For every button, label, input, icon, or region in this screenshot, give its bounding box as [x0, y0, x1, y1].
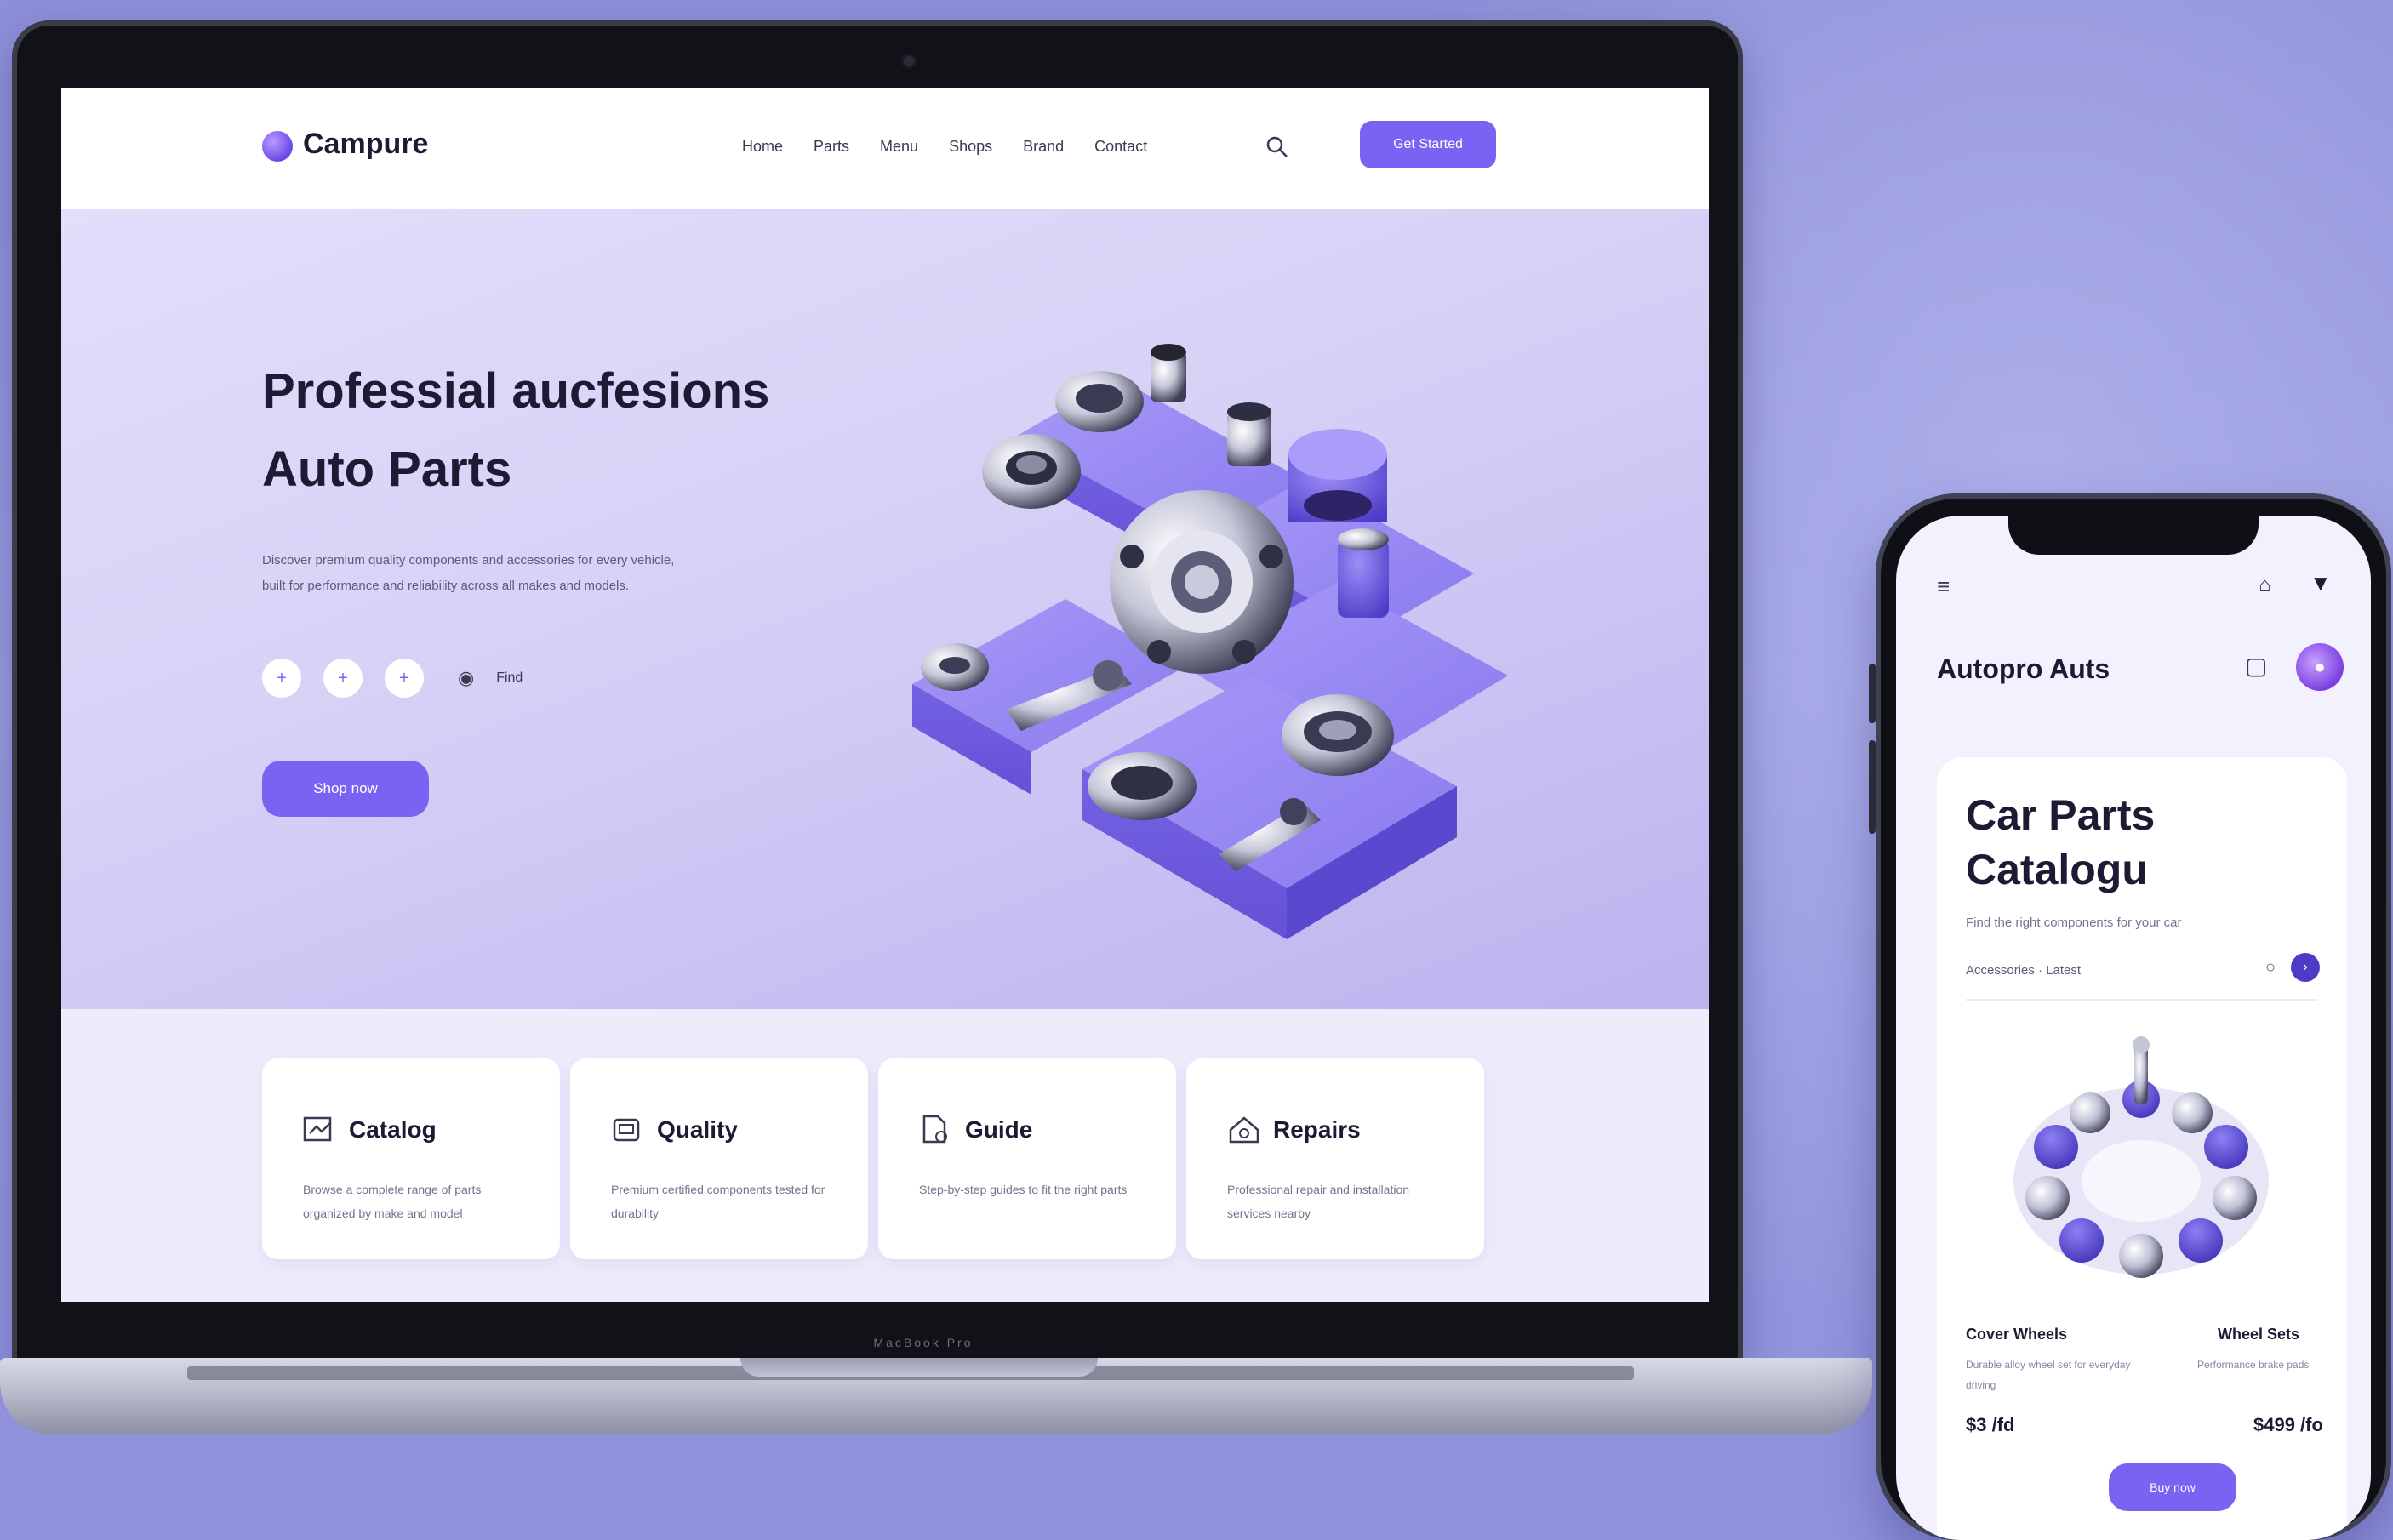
laptop-screen: Campure Home Parts Menu Shops Brand Cont…	[61, 88, 1709, 1302]
feature-title: Quality	[657, 1116, 738, 1143]
phone-screen: ≡ ⌂ ▼ Autopro Auts ▢ ● Car Parts Catalog…	[1896, 516, 2371, 1540]
logo-icon[interactable]	[262, 131, 293, 162]
hero-dot-2[interactable]: +	[323, 659, 363, 698]
engine-icon	[611, 1115, 645, 1145]
hero-dot-3[interactable]: +	[385, 659, 424, 698]
feature-title: Catalog	[349, 1116, 437, 1143]
feature-head: Guide	[919, 1115, 1032, 1145]
product-price-right: $499 /fo	[2253, 1414, 2323, 1435]
location-label[interactable]: Find	[496, 670, 523, 686]
nav-item-home[interactable]: Home	[742, 138, 783, 156]
feature-desc: Premium certified components tested for …	[611, 1183, 825, 1220]
product-image	[2013, 1036, 2269, 1278]
catalog-card: Car Parts Catalogu Find the right compon…	[1937, 757, 2347, 1540]
feature-title: Repairs	[1273, 1116, 1361, 1143]
phone-volume-button	[1869, 740, 1876, 834]
nav-item-contact[interactable]: Contact	[1094, 138, 1147, 156]
main-nav: Home Parts Menu Shops Brand Contact	[742, 138, 1147, 156]
feature-head: Repairs	[1227, 1115, 1361, 1145]
avatar[interactable]: ●	[2296, 643, 2344, 691]
feature-desc: Professional repair and installation ser…	[1227, 1183, 1410, 1220]
site-header: Campure Home Parts Menu Shops Brand Cont…	[61, 88, 1709, 209]
product-desc-right: Performance brake pads	[2197, 1359, 2310, 1371]
nav-item-shops[interactable]: Shops	[949, 138, 992, 156]
nav-item-brand[interactable]: Brand	[1023, 138, 1064, 156]
shop-now-button[interactable]: Shop now	[262, 761, 429, 817]
laptop-camera	[904, 56, 914, 66]
phone-notch	[2008, 516, 2259, 555]
hero-dot-1[interactable]: +	[262, 659, 301, 698]
laptop-brand-label: MacBook Pro	[873, 1336, 974, 1349]
nav-item-parts[interactable]: Parts	[814, 138, 849, 156]
feature-card-catalog[interactable]: Catalog Browse a complete range of parts…	[262, 1058, 560, 1259]
bag-icon[interactable]: ▢	[2245, 652, 2267, 680]
feature-head: Quality	[611, 1115, 738, 1145]
hero-title-line1: Professial aucfesions	[262, 363, 770, 419]
feature-head: Catalog	[303, 1115, 437, 1145]
feature-card-guide[interactable]: Guide Step-by-step guides to fit the rig…	[878, 1058, 1176, 1259]
divider	[1966, 999, 2318, 1001]
filter-label[interactable]: Accessories · Latest	[1966, 963, 2081, 978]
app-title: Autopro Auts	[1937, 653, 2110, 684]
get-started-button[interactable]: Get Started	[1360, 121, 1496, 168]
location-pin-icon[interactable]: ◉	[458, 667, 474, 689]
buy-now-button[interactable]: Buy now	[2109, 1463, 2236, 1511]
product-name-left[interactable]: Cover Wheels	[1966, 1326, 2067, 1343]
search-icon[interactable]: ○	[2265, 958, 2276, 978]
nav-item-menu[interactable]: Menu	[880, 138, 918, 156]
hero-title-line2: Auto Parts	[262, 442, 512, 497]
filter-icon[interactable]: ▼	[2310, 570, 2332, 596]
hero-title: Professial aucfesions Auto Parts	[262, 352, 875, 509]
menu-icon[interactable]: ≡	[1937, 573, 1950, 600]
feature-card-quality[interactable]: Quality Premium certified components tes…	[570, 1058, 868, 1259]
catalog-title: Car Parts Catalogu	[1966, 791, 2156, 893]
document-icon	[919, 1115, 953, 1145]
product-name-right[interactable]: Wheel Sets	[2218, 1326, 2299, 1343]
feature-desc: Step-by-step guides to fit the right par…	[919, 1183, 1128, 1196]
hero-controls: + + + ◉ Find	[262, 659, 523, 698]
catalog-subtitle: Find the right components for your car	[1966, 915, 2182, 930]
search-icon[interactable]	[1265, 134, 1292, 162]
catalog-icon	[303, 1115, 337, 1145]
feature-card-repairs[interactable]: Repairs Professional repair and installa…	[1186, 1058, 1484, 1259]
phone-side-button	[1869, 664, 1876, 723]
hero-description: Discover premium quality components and …	[262, 553, 675, 593]
auto-parts-illustration	[912, 344, 1508, 939]
product-desc-left: Durable alloy wheel set for everyday dri…	[1966, 1359, 2131, 1391]
feature-desc: Browse a complete range of parts organiz…	[303, 1183, 482, 1220]
feature-title: Guide	[965, 1116, 1033, 1143]
user-icon[interactable]: ⌂	[2259, 573, 2271, 597]
next-button[interactable]: ›	[2291, 953, 2320, 982]
laptop-base-notch	[740, 1358, 1098, 1377]
product-price-left: $3 /fd	[1966, 1414, 2015, 1435]
home-service-icon	[1227, 1115, 1261, 1145]
logo-text[interactable]: Campure	[303, 128, 428, 161]
